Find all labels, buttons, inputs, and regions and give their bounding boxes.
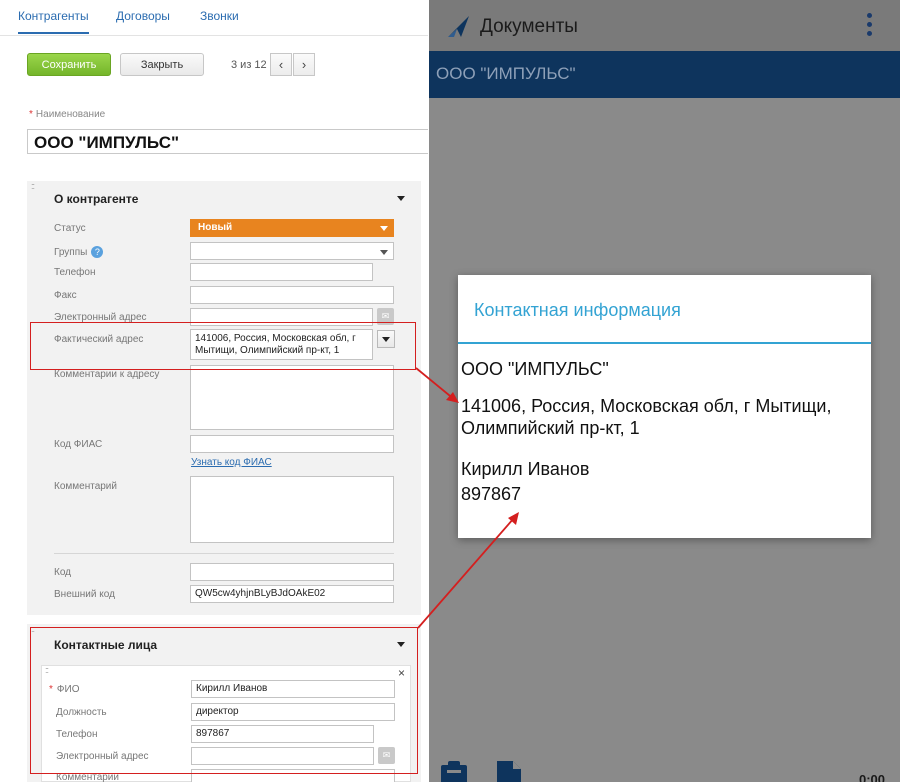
phone-input[interactable] <box>190 263 373 281</box>
tab-counterparties[interactable]: Контрагенты <box>18 9 89 34</box>
fias-label: Код ФИАС <box>54 439 103 450</box>
address-comment-label: Комментарии к адресу <box>54 369 160 380</box>
section-divider <box>54 553 394 554</box>
pager-text: 3 из 12 <box>231 59 267 71</box>
groups-label: Группы? <box>54 246 104 258</box>
record-title: ООО "ИМПУЛЬС" <box>436 64 576 83</box>
name-input[interactable]: ООО "ИМПУЛЬС" <box>27 129 428 154</box>
fias-link[interactable]: Узнать код ФИАС <box>191 457 272 468</box>
chevron-left-icon: ‹ <box>278 57 284 72</box>
phone-label: Телефон <box>54 267 96 278</box>
about-section-title: О контрагенте <box>54 192 139 206</box>
dialog-title-divider <box>458 342 871 344</box>
dialog-contact-name: Кирилл Иванов <box>461 459 590 479</box>
overflow-menu-icon[interactable] <box>866 13 874 41</box>
dialog-address-line1: 141006, Россия, Московская обл, г Мытищи… <box>461 396 832 416</box>
save-button[interactable]: Сохранить <box>27 53 111 76</box>
comment-input[interactable] <box>190 476 394 543</box>
fax-label: Факс <box>54 290 77 301</box>
address-comment-input[interactable] <box>190 365 394 430</box>
status-time: 0:00 <box>859 772 886 782</box>
prev-record-button[interactable]: ‹ <box>270 53 292 76</box>
help-icon[interactable]: ? <box>91 246 104 258</box>
collapse-about-icon[interactable] <box>397 196 405 201</box>
status-label: Статус <box>54 223 86 234</box>
ext-code-label: Внешний код <box>54 589 115 600</box>
chevron-down-icon <box>380 250 388 255</box>
document-icon[interactable] <box>497 761 521 782</box>
code-input[interactable] <box>190 563 394 581</box>
chevron-right-icon: › <box>301 57 307 72</box>
code-label: Код <box>54 567 72 578</box>
close-button[interactable]: Закрыть <box>120 53 204 76</box>
app-title: Документы <box>480 16 578 37</box>
address-highlight-box <box>30 322 416 370</box>
status-value: Новый <box>198 222 233 233</box>
dialog-company: ООО "ИМПУЛЬС" <box>461 359 609 379</box>
dialog-address-line2: Олимпийский пр-кт, 1 <box>461 418 640 438</box>
dialog-title: Контактная информация <box>474 300 681 320</box>
comment-label: Комментарий <box>54 481 117 492</box>
tab-calls[interactable]: Звонки <box>200 9 239 23</box>
contacts-highlight-box <box>30 627 418 774</box>
status-select[interactable]: Новый <box>190 219 394 237</box>
crm-panel: Контрагенты Договоры Звонки Сохранить За… <box>0 0 428 782</box>
drag-handle-icon[interactable]: :: <box>31 182 35 191</box>
tab-bar: Контрагенты Договоры Звонки <box>0 0 428 36</box>
chevron-down-icon <box>380 226 388 231</box>
groups-select[interactable] <box>190 242 394 260</box>
next-record-button[interactable]: › <box>293 53 315 76</box>
dialog-contact-phone: 897867 <box>461 484 522 504</box>
bottom-toolbar <box>439 757 529 782</box>
fias-input[interactable] <box>190 435 394 453</box>
clipboard-icon[interactable] <box>441 761 467 782</box>
app-logo-icon <box>446 14 471 39</box>
contact-info-dialog: Контактная информация ООО "ИМПУЛЬС" 1410… <box>458 275 871 538</box>
ext-code-input[interactable]: QW5cw4yhjnBLyBJdOAkE02 <box>190 585 394 603</box>
name-label: * Наименование <box>29 109 106 120</box>
fax-input[interactable] <box>190 286 394 304</box>
tab-contracts[interactable]: Договоры <box>116 9 170 23</box>
